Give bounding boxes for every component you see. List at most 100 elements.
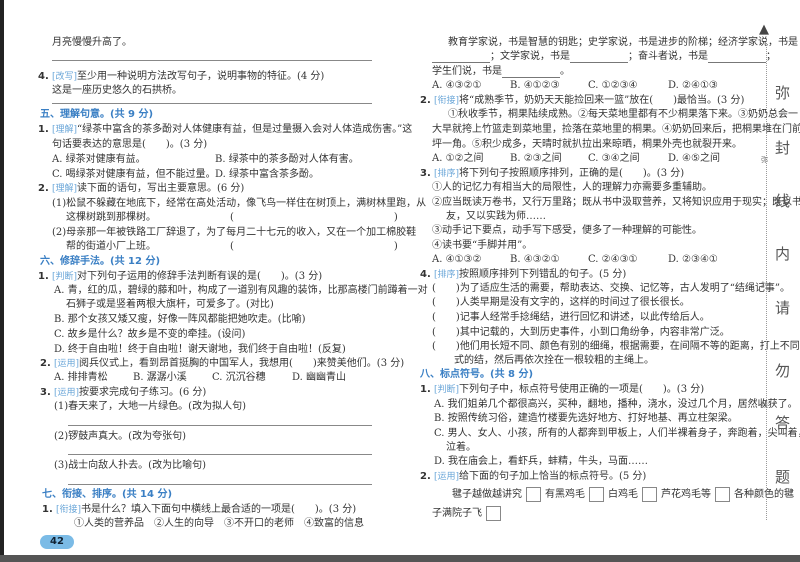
option-b: B. ④③②①: [510, 254, 560, 265]
q-tag: [运用]: [53, 359, 79, 369]
text: 记事人经常手捻绳结，进行回忆和讲述，以此传给后人。: [459, 312, 710, 323]
s5-question-2: 2. [理解]读下面的语句，写出主要意思。(6 分): [38, 182, 244, 196]
text-line: 友，又以实践为师……: [446, 211, 546, 222]
text-line: (1)春天来了，大地一片绿色。(改为拟人句): [54, 401, 246, 412]
s6-question-1: 1. [判断]对下列句子运用的修辞手法判断有误的是( )。(3 分): [38, 270, 322, 284]
option-d: D. ④⑤之间: [668, 153, 720, 164]
answer-paren[interactable]: ( ): [230, 211, 398, 224]
q-num: 1.: [420, 384, 431, 395]
seal-char: 勿: [775, 362, 791, 380]
option-c: C. ②④③①: [588, 254, 638, 265]
answer-paren[interactable]: ( ): [432, 327, 460, 338]
answer-line[interactable]: [68, 454, 372, 455]
q-tag: [衔接]: [55, 505, 81, 515]
option-a: A. 青，红的瓜，碧绿的藤和叶，构成了一道别有风趣的装饰，比那高楼门前蹲着一对: [54, 285, 428, 296]
r-question-2: 2. [衔接]将“成熟季节，奶奶天天能捡回来一篮”放在( )最恰当。(3 分): [420, 94, 744, 108]
option-a: A. 排排青松: [54, 372, 108, 383]
text-line: ①人的记忆力有相当大的局限性，人的理解力亦需要多重辅助。: [432, 182, 712, 193]
text-line: 学生们说，书是 。: [432, 65, 570, 78]
text-line: 这棵树跳到那棵树。: [66, 212, 156, 223]
option-c: C. 喝绿茶对健康有益，但不能过量。: [52, 169, 216, 180]
text-line: (3)战士向敌人扑去。(改为比喻句): [54, 460, 206, 471]
text-line: ③动手记下要点，动手写下感受，便多了一种理解的可能性。: [432, 225, 702, 236]
option-a: A. 绿茶对健康有益。: [52, 154, 146, 165]
seal-char: 封: [775, 139, 791, 157]
answer-line[interactable]: [68, 425, 372, 426]
text-line: 坪一角。⑤积少成多，天晴时就扒拉出来晾晒，桐果外壳也就裂开来。: [432, 139, 742, 150]
q-text: 书是什么？填入下面句中横线上最合适的一项是( )。(3 分): [80, 504, 357, 515]
q-text: 读下面的语句，写出主要意思。(6 分): [76, 183, 245, 194]
option-a: A. ④①③②: [432, 254, 482, 265]
punctuation-box[interactable]: [526, 487, 541, 502]
text-line: 帮的街道小厂上班。: [66, 241, 156, 252]
section-5-title: 五、理解句意。(共 9 分): [40, 109, 154, 120]
fill-blank[interactable]: [432, 52, 490, 63]
text: 有黑鸡毛: [545, 489, 585, 500]
order-row: ( )人类早期是没有文字的，这样的时间过了很长很长。: [432, 296, 690, 309]
page-edge: [0, 0, 4, 562]
answer-paren[interactable]: ( ): [432, 341, 460, 352]
order-row: ( )记事人经常手捻绳结，进行回忆和讲述，以此传给后人。: [432, 311, 710, 324]
text: 为了适应生活的需要，帮助表达、交换、记忆等，古人发明了“结绳记事”。: [459, 283, 791, 294]
q-text: 按要求完成句子练习。(6 分): [78, 387, 207, 398]
punctuation-line: 子满院子飞: [432, 506, 505, 522]
text-line: 大早就挎上竹篮走到菜地里，捡落在菜地里的桐果。④奶奶回来后，把桐果堆在门前空: [432, 124, 800, 135]
seal-char: 答: [775, 414, 791, 432]
option-d: D. ②④①③: [668, 80, 718, 91]
option-b: B. ④①②③: [510, 80, 560, 91]
s8-question-1: 1. [判断]下列句子中，标点符号使用正确的一项是( )。(3 分): [420, 383, 704, 397]
order-row: ( )为了适应生活的需要，帮助表达、交换、记忆等，古人发明了“结绳记事”。: [432, 282, 790, 295]
option-b: B. 按照传统习俗，建造竹楼要先选好地方、打好地基、再立柱架梁。: [434, 413, 738, 424]
section-6-title: 六、修辞手法。(共 12 分): [40, 256, 161, 267]
text: 毽子越做越讲究: [452, 489, 522, 500]
text: 人类早期是没有文字的，这样的时间过了很长很长。: [459, 297, 690, 308]
text: ；文学家说，书是: [490, 51, 570, 62]
q-tag: [运用]: [433, 472, 459, 482]
q-tag: [改写]: [51, 72, 77, 82]
answer-paren[interactable]: ( ): [432, 312, 460, 323]
s5-question-1: 1. [理解]“绿茶中富含的茶多酚对人体健康有益，但是过量摄入会对人体造成伤害。…: [38, 123, 412, 137]
text: 学生们说，书是: [432, 66, 502, 77]
answer-line[interactable]: [68, 484, 372, 485]
q-tag: [理解]: [51, 184, 77, 194]
rocket-icon: ▲: [759, 22, 769, 37]
answer-paren[interactable]: ( ): [230, 240, 398, 253]
q-num: 4.: [420, 269, 431, 280]
question-4: 4. [改写]至少用一种说明方法改写句子，说明事物的特征。(4 分): [38, 70, 324, 84]
q-text: 下列句子中，标点符号使用正确的一项是( )。(3 分): [458, 384, 705, 395]
q-num: 2.: [38, 183, 49, 194]
fill-blank[interactable]: [502, 67, 560, 78]
punctuation-box[interactable]: [589, 487, 604, 502]
seal-char: 弥: [775, 84, 791, 102]
q-num: 4.: [38, 71, 49, 82]
punctuation-box[interactable]: [715, 487, 730, 502]
q-num: 3.: [40, 387, 51, 398]
text-line: (2)母亲那一年被铁路工厂辞退了，为了每月二十七元的收入，又在一个加工棉胶鞋: [52, 227, 417, 238]
text: 白鸡毛: [608, 489, 638, 500]
text-line: 月亮慢慢升高了。: [52, 37, 132, 48]
option-c: C. ③④之间: [588, 153, 640, 164]
option-d: D. ②③④①: [668, 254, 718, 265]
q-text: 将下列句子按照顺序排列，正确的是( )。(3 分): [458, 168, 685, 179]
fill-blank[interactable]: [708, 52, 766, 63]
answer-line[interactable]: [52, 60, 372, 61]
answer-paren[interactable]: ( ): [432, 283, 460, 294]
text: ；: [766, 51, 776, 62]
q-text: 阅兵仪式上，看到昂首挺胸的中国军人，我想用( )来赞美他们。(3 分): [78, 358, 405, 369]
text-line: 式的结，然后再依次拴在一根较粗的主绳上。: [454, 355, 654, 366]
answer-line[interactable]: [52, 103, 372, 104]
q-tag: [判断]: [51, 272, 77, 282]
text-line: ④读书要“手脚并用”。: [432, 240, 533, 251]
q-text: 将“成熟季节，奶奶天天能捡回来一篮”放在( )最恰当。(3 分): [458, 95, 745, 106]
punctuation-box[interactable]: [486, 506, 501, 521]
q-tag: [理解]: [51, 125, 77, 135]
text: 其中记载的，大到历史事件，小到口角纷争，内容非常广泛。: [459, 327, 730, 338]
text-line: ①秋收季节，桐果陆续成熟。②每天菜地里都有不少桐果落下来。③奶奶总会一: [448, 109, 798, 120]
option-c: C. ①②③④: [588, 80, 638, 91]
text-line: (1)松鼠不躲藏在地底下，经常在高处活动，像飞鸟一样住在树顶上，满树林里跑，从: [52, 198, 427, 209]
q-tag: [排序]: [433, 169, 459, 179]
punctuation-box[interactable]: [642, 487, 657, 502]
fill-blank[interactable]: [570, 52, 628, 63]
answer-paren[interactable]: ( ): [432, 297, 460, 308]
text-line: 教育学家说，书是智慧的钥匙；史学家说，书是进步的阶梯；经济学家说，书是: [448, 37, 798, 48]
